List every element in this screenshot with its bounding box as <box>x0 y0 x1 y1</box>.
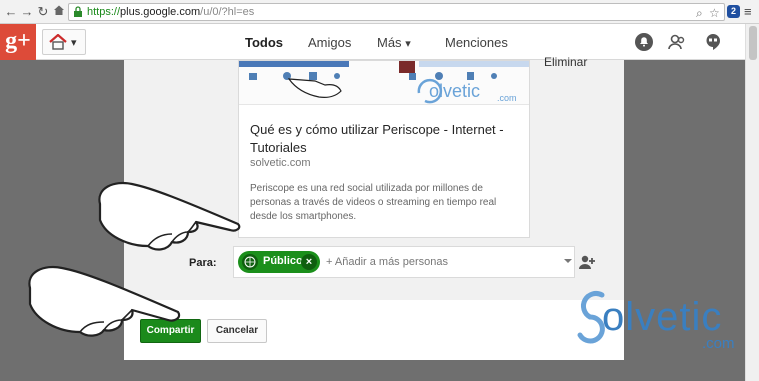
pointing-hand-icon <box>28 265 181 337</box>
card-title[interactable]: Qué es y cómo utilizar Periscope - Inter… <box>250 121 520 157</box>
notifications-icon[interactable] <box>634 32 654 52</box>
thumb-brand-text: olvetic <box>429 81 480 101</box>
watermark-suffix: .com <box>702 335 735 352</box>
lock-icon <box>74 6 82 17</box>
thumb-brand-suffix: .com <box>497 93 517 103</box>
watermark-brand: olvetic <box>602 295 723 339</box>
tab-menciones[interactable]: Menciones <box>445 35 508 50</box>
tab-mas[interactable]: Más ▾ <box>377 35 411 50</box>
people-icon[interactable] <box>667 32 687 52</box>
reload-icon[interactable]: ↻ <box>35 4 51 20</box>
card-description: Periscope es una red social utilizada po… <box>250 183 497 222</box>
chip-label: Público <box>263 255 303 267</box>
pointing-hand-icon <box>98 181 241 251</box>
audience-field[interactable]: Público × + Añadir a más personas <box>233 246 575 278</box>
house-icon <box>49 34 67 50</box>
gplus-logo[interactable]: g+ <box>0 24 36 60</box>
cancel-button[interactable]: Cancelar <box>207 319 267 343</box>
chevron-down-icon: ▾ <box>71 37 77 49</box>
forward-icon[interactable]: → <box>19 4 35 20</box>
remove-chip-icon[interactable]: × <box>301 254 317 270</box>
search-icon[interactable]: ⌕ <box>696 6 703 20</box>
home-icon[interactable] <box>51 4 67 20</box>
public-chip[interactable]: Público × <box>238 251 320 273</box>
back-icon[interactable]: ← <box>3 4 19 20</box>
share-to-label: Para: <box>189 257 217 269</box>
card-domain: solvetic.com <box>250 157 311 169</box>
browser-toolbar: ← → ↻ https://plus.google.com/u/0/?hl=es… <box>0 0 759 24</box>
tab-todos[interactable]: Todos <box>245 35 283 50</box>
home-menu-button[interactable]: ▾ <box>42 29 86 55</box>
add-people-input[interactable]: + Añadir a más personas <box>326 256 448 268</box>
link-preview-card[interactable]: olvetic .com Qué es y cómo utilizar Peri… <box>238 60 530 238</box>
extension-icon[interactable]: 2 <box>727 5 740 18</box>
bookmark-star-icon[interactable]: ☆ <box>709 6 720 20</box>
tab-amigos[interactable]: Amigos <box>308 35 351 50</box>
page-scrollbar[interactable] <box>745 24 759 381</box>
card-thumbnail: olvetic .com <box>239 61 529 105</box>
solvetic-watermark: olvetic .com <box>572 285 744 357</box>
hangouts-icon[interactable] <box>703 32 723 52</box>
url-text: https://plus.google.com/u/0/?hl=es <box>87 6 255 18</box>
remove-link-text[interactable]: Eliminar <box>544 55 587 69</box>
add-person-icon[interactable] <box>578 254 596 270</box>
browser-menu-icon[interactable]: ≡ <box>744 4 752 19</box>
dropdown-caret-icon[interactable] <box>564 259 572 263</box>
chevron-down-icon: ▾ <box>405 38 411 50</box>
gplus-header: g+ ▾ Todos Amigos Más ▾ Menciones <box>0 24 745 60</box>
scroll-thumb[interactable] <box>749 26 757 60</box>
address-bar[interactable]: https://plus.google.com/u/0/?hl=es ⌕ ☆ <box>68 3 725 21</box>
globe-icon <box>242 254 258 270</box>
